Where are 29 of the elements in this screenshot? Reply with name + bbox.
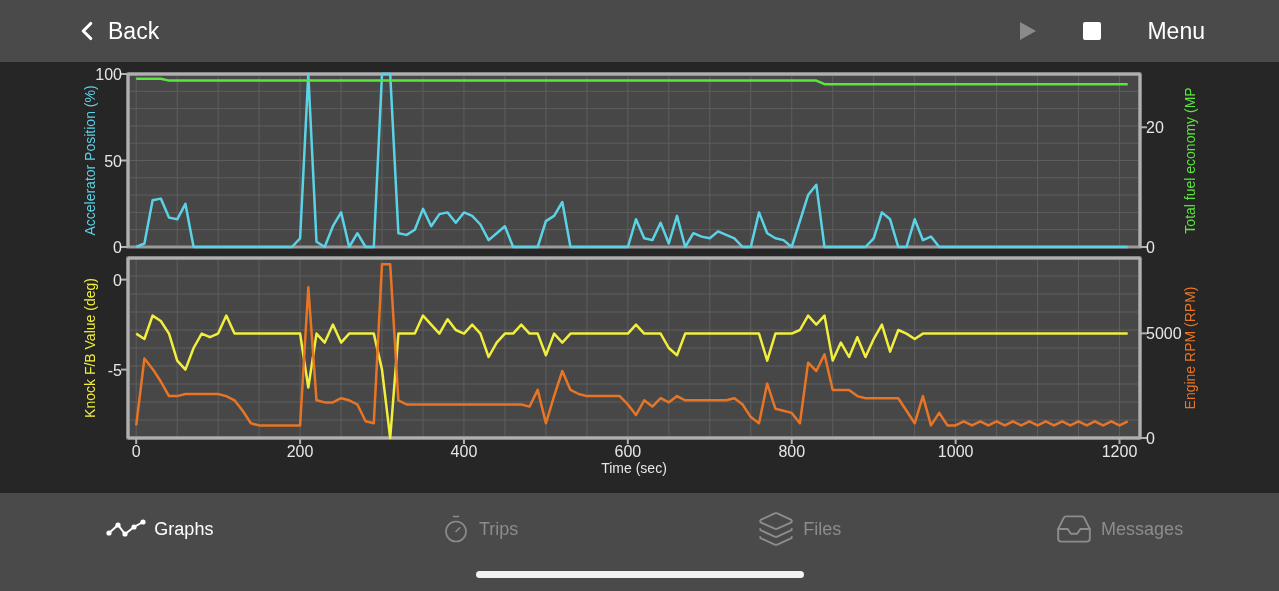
- axis-tick-label: 0: [113, 239, 122, 256]
- axis-tick-label: 200: [286, 443, 314, 460]
- axis-tick-label: 0: [1146, 239, 1155, 256]
- menu-button[interactable]: Menu: [1147, 17, 1205, 45]
- play-icon: [1019, 21, 1038, 41]
- axis-tick-label: 0: [113, 271, 122, 289]
- axis-tick-label: 800: [778, 443, 806, 460]
- layers-icon: [757, 510, 796, 548]
- axis-title: Total fuel economy (MP: [1182, 87, 1198, 234]
- axis-tick-label: 600: [614, 443, 642, 460]
- tab[interactable]: Graphs: [0, 509, 320, 549]
- axis-title: Knock F/B Value (deg): [82, 278, 98, 418]
- line-graph-icon: [106, 519, 147, 539]
- axis-tick-label: -5: [107, 361, 122, 379]
- stop-icon: [1083, 22, 1102, 40]
- axis-tick-label: 1000: [937, 443, 974, 460]
- axis-title: Accelerator Position (%): [82, 85, 98, 236]
- axis-tick-label: 100: [95, 66, 122, 83]
- stop-button[interactable]: [1083, 22, 1102, 40]
- axis-tick-label: 50: [104, 152, 122, 170]
- axis-tick-label: 5000: [1146, 325, 1182, 343]
- axis-tick-label: 400: [450, 443, 478, 460]
- back-button[interactable]: Back: [72, 16, 160, 46]
- axis-tick-label: 0: [131, 443, 141, 460]
- axis-title: Engine RPM (RPM): [1182, 286, 1198, 410]
- axis-tick-label: 1200: [1101, 443, 1138, 460]
- axis-tick-label: 20: [1146, 119, 1164, 137]
- axis-tick-label: 0: [1146, 430, 1155, 447]
- axis-title: Time (sec): [601, 460, 667, 476]
